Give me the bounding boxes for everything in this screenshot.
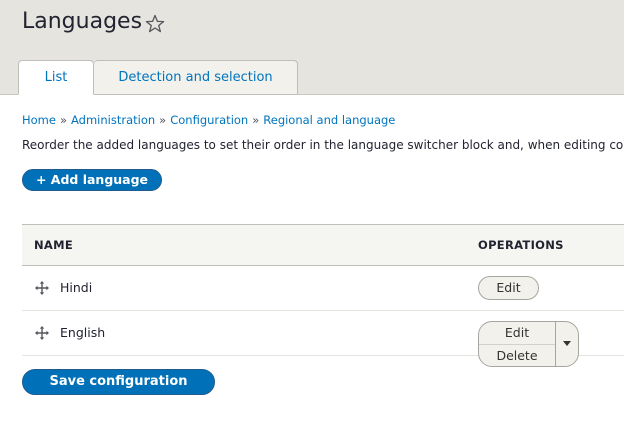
page-title: Languages xyxy=(22,9,143,34)
page-description: Reorder the added languages to set their… xyxy=(22,138,624,152)
breadcrumb-separator: » xyxy=(159,113,167,127)
save-configuration-button[interactable]: Save configuration xyxy=(22,369,215,395)
drag-handle-icon[interactable] xyxy=(34,280,50,296)
language-name: Hindi xyxy=(60,280,93,295)
drag-handle-icon[interactable] xyxy=(34,325,50,341)
star-icon[interactable] xyxy=(145,14,165,34)
delete-button[interactable]: Delete xyxy=(479,345,555,366)
breadcrumb-separator: » xyxy=(59,113,68,127)
breadcrumb-regional-language-link[interactable]: Regional and language xyxy=(263,113,395,127)
column-header-operations: OPERATIONS xyxy=(478,238,564,252)
edit-button[interactable]: Edit xyxy=(479,322,555,345)
table-header: NAME OPERATIONS xyxy=(22,224,624,266)
breadcrumb-configuration-link[interactable]: Configuration xyxy=(170,113,248,127)
breadcrumb-separator: » xyxy=(252,113,260,127)
breadcrumb: Home» Administration» Configuration» Region… xyxy=(22,113,395,127)
table-row: Hindi Edit xyxy=(22,266,624,311)
edit-button[interactable]: Edit xyxy=(478,276,539,300)
breadcrumb-home-link[interactable]: Home xyxy=(22,113,56,127)
breadcrumb-administration-link[interactable]: Administration xyxy=(71,113,155,127)
tab-list[interactable]: List xyxy=(18,60,94,95)
operations-dropbutton: Edit Delete xyxy=(478,321,579,367)
add-language-button[interactable]: + Add language xyxy=(22,169,162,191)
tab-detection-and-selection[interactable]: Detection and selection xyxy=(94,60,298,95)
dropbutton-toggle[interactable] xyxy=(555,322,579,366)
page-header: Languages List Detection and selection xyxy=(0,0,624,95)
column-header-name: NAME xyxy=(34,238,74,252)
table-row: English Edit Delete xyxy=(22,311,624,367)
language-name: English xyxy=(60,325,106,340)
caret-down-icon xyxy=(563,341,571,346)
